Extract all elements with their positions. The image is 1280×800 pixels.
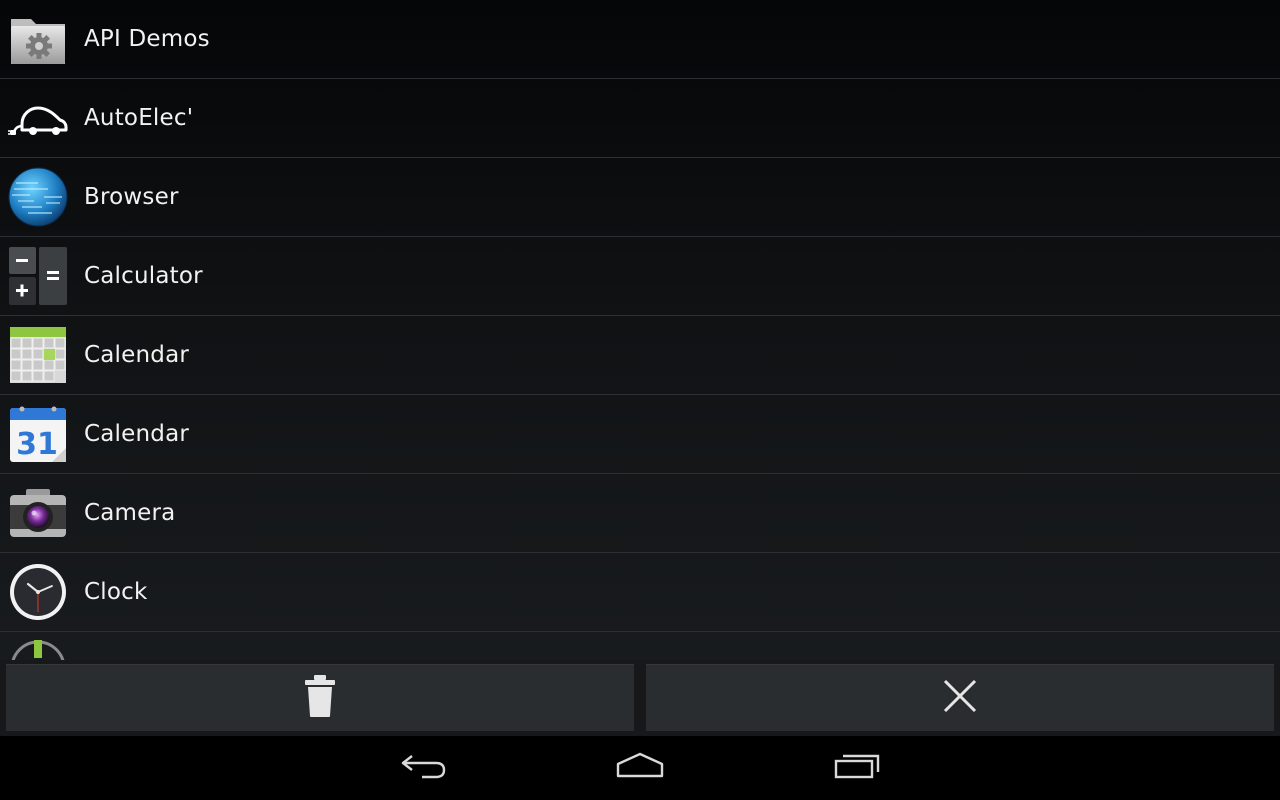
app-label: Calendar [84,342,190,368]
list-item-autoelec[interactable]: AutoElec' [0,79,1280,158]
app-label: Calculator [84,263,203,289]
delete-button[interactable] [6,664,634,731]
partial-app-icon [8,638,68,660]
app-label: Calendar [84,421,190,447]
list-item-browser[interactable]: Browser [0,158,1280,237]
action-bar [0,660,1280,736]
list-item-clock[interactable]: Clock [0,553,1280,632]
app-label: Browser [84,184,179,210]
globe-icon [8,167,68,227]
screen: API Demos AutoElec' Browser Calculator C… [0,0,1280,800]
list-item-calendar-1[interactable]: Calendar [0,316,1280,395]
recents-button[interactable] [812,746,902,790]
home-icon [615,752,665,784]
app-list[interactable]: API Demos AutoElec' Browser Calculator C… [0,0,1280,660]
trash-icon [303,674,337,722]
clock-icon [8,562,68,622]
calculator-icon [8,246,68,306]
list-item-api-demos[interactable]: API Demos [0,0,1280,79]
list-item-camera[interactable]: Camera [0,474,1280,553]
app-label: API Demos [84,26,210,52]
folder-gear-icon [8,9,68,69]
calendar-grid-icon [8,325,68,385]
list-item-partial[interactable] [0,632,1280,660]
electric-car-icon [8,88,68,148]
calendar-31-icon: 31 [8,404,68,464]
camera-icon [8,483,68,543]
list-item-calculator[interactable]: Calculator [0,237,1280,316]
svg-text:31: 31 [16,427,58,462]
back-button[interactable] [379,746,469,790]
app-label: Camera [84,500,176,526]
home-button[interactable] [595,746,685,790]
close-button[interactable] [646,664,1274,731]
app-label: Clock [84,579,148,605]
app-label: AutoElec' [84,105,194,131]
close-icon [942,678,978,718]
back-icon [400,752,448,784]
list-item-calendar-2[interactable]: 31 Calendar [0,395,1280,474]
recents-icon [833,752,881,784]
navigation-bar [0,736,1280,800]
